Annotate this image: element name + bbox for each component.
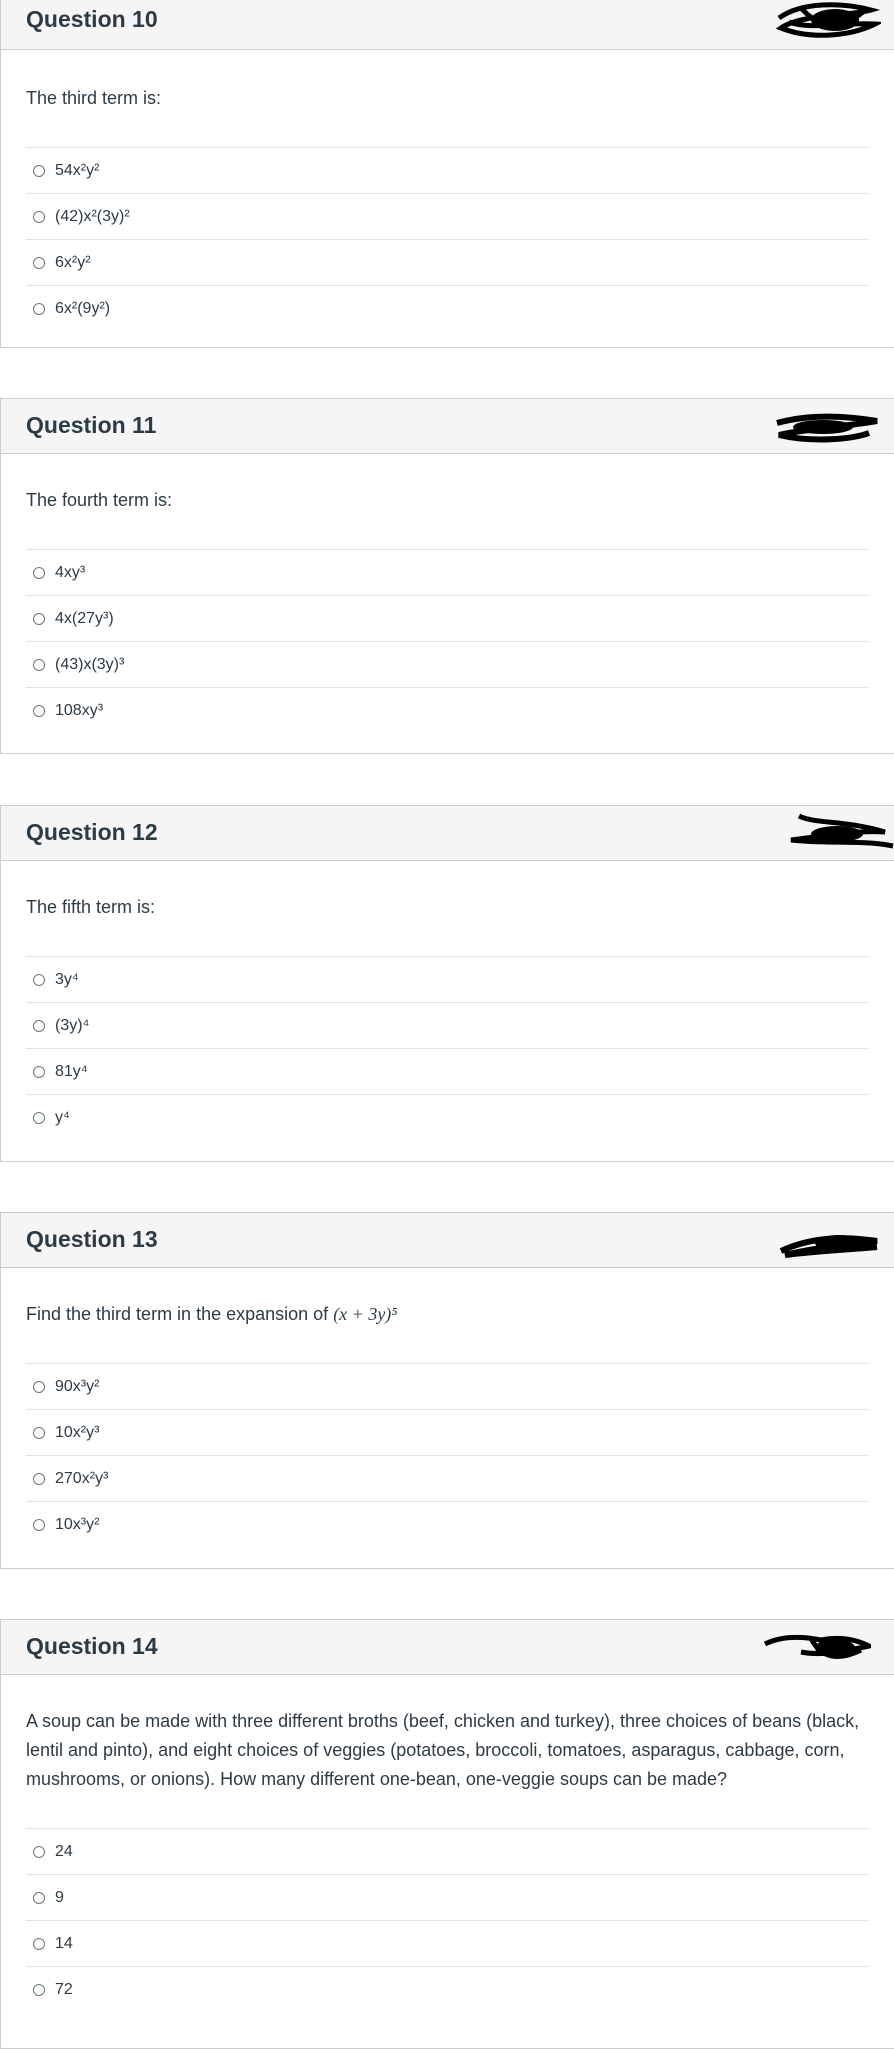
answer-option[interactable]: 6x²(9y²) xyxy=(26,286,869,331)
answer-option[interactable]: 6x²y² xyxy=(26,240,869,286)
question-prompt: The fourth term is: xyxy=(26,490,173,510)
answer-option[interactable]: 4xy³ xyxy=(26,550,869,596)
answer-label: 6x²y² xyxy=(55,253,91,271)
answer-label: 6x²(9y²) xyxy=(55,299,111,317)
answer-label: 14 xyxy=(55,1934,73,1952)
question-header: Question 14 xyxy=(1,1620,894,1675)
answer-option[interactable]: (43)x(3y)³ xyxy=(26,642,869,688)
question-title: Question 11 xyxy=(26,412,157,438)
question-header: Question 13 xyxy=(1,1213,894,1268)
answer-label: (43)x(3y)³ xyxy=(55,655,125,673)
question-13: Question 13 Find the third term in the e… xyxy=(0,1212,894,1569)
answer-option[interactable]: 54x²y² xyxy=(26,148,869,194)
question-header: Question 10 xyxy=(1,0,894,50)
redaction-scribble-icon xyxy=(790,813,894,849)
answer-option[interactable]: 14 xyxy=(26,1921,869,1967)
radio-button[interactable] xyxy=(33,164,45,177)
answer-option[interactable]: 270x²y³ xyxy=(26,1456,869,1502)
question-prompt: Find the third term in the expansion of … xyxy=(26,1300,869,1329)
answer-list: 3y⁴ (3y)⁴ 81y⁴ y⁴ xyxy=(26,956,869,1140)
answer-list: 90x³y² 10x²y³ 270x²y³ 10x³y² xyxy=(26,1363,869,1547)
answer-option[interactable]: 4x(27y³) xyxy=(26,596,869,642)
answer-label: 72 xyxy=(55,1980,73,1998)
answer-label: 4x(27y³) xyxy=(55,609,114,627)
answer-label: 270x²y³ xyxy=(55,1469,109,1487)
redaction-scribble-icon xyxy=(779,1235,878,1258)
answer-option[interactable]: y⁴ xyxy=(26,1095,869,1140)
answer-label: 3y⁴ xyxy=(55,970,79,988)
answer-option[interactable]: 108xy³ xyxy=(26,688,869,733)
question-header: Question 12 xyxy=(1,806,894,861)
answer-option[interactable]: 90x³y² xyxy=(26,1364,869,1410)
radio-button[interactable] xyxy=(33,1845,45,1858)
question-prompt: A soup can be made with three different … xyxy=(26,1711,860,1789)
answer-option[interactable]: 9 xyxy=(26,1875,869,1921)
radio-button[interactable] xyxy=(33,973,45,986)
answer-label: (42)x²(3y)² xyxy=(55,207,130,225)
question-14: Question 14 A soup can be made with thre… xyxy=(0,1619,894,2049)
radio-button[interactable] xyxy=(33,1472,45,1485)
radio-button[interactable] xyxy=(33,302,45,315)
radio-button[interactable] xyxy=(33,256,45,269)
answer-list: 4xy³ 4x(27y³) (43)x(3y)³ 108xy³ xyxy=(26,549,869,733)
answer-option[interactable]: 10x³y² xyxy=(26,1502,869,1547)
radio-button[interactable] xyxy=(33,210,45,223)
answer-option[interactable]: 10x²y³ xyxy=(26,1410,869,1456)
radio-button[interactable] xyxy=(33,1065,45,1078)
answer-label: 10x³y² xyxy=(55,1515,100,1533)
question-title: Question 14 xyxy=(26,1633,158,1659)
answer-option[interactable]: (3y)⁴ xyxy=(26,1003,869,1049)
redaction-scribble-icon xyxy=(776,413,878,443)
question-title: Question 12 xyxy=(26,819,158,845)
question-10: Question 10 The third term is: 54x²y² (4… xyxy=(0,0,894,348)
answer-list: 54x²y² (42)x²(3y)² 6x²y² 6x²(9y²) xyxy=(26,147,869,331)
radio-button[interactable] xyxy=(33,566,45,579)
answer-option[interactable]: 72 xyxy=(26,1967,869,2012)
answer-list: 24 9 14 72 xyxy=(26,1828,869,2012)
prompt-text: Find the third term in the expansion of xyxy=(26,1304,329,1324)
question-prompt: The third term is: xyxy=(26,88,162,108)
radio-button[interactable] xyxy=(33,704,45,717)
question-title: Question 13 xyxy=(26,1226,158,1252)
radio-button[interactable] xyxy=(33,658,45,671)
radio-button[interactable] xyxy=(33,1891,45,1904)
answer-label: 10x²y³ xyxy=(55,1423,100,1441)
radio-button[interactable] xyxy=(33,1111,45,1124)
radio-button[interactable] xyxy=(33,1983,45,1996)
radio-button[interactable] xyxy=(33,1380,45,1393)
question-12: Question 12 The fifth term is: 3y⁴ (3y)⁴… xyxy=(0,805,894,1162)
radio-button[interactable] xyxy=(33,1019,45,1032)
answer-label: 4xy³ xyxy=(55,563,86,581)
answer-label: 90x³y² xyxy=(55,1377,100,1395)
radio-button[interactable] xyxy=(33,1426,45,1439)
answer-option[interactable]: (42)x²(3y)² xyxy=(26,194,869,240)
question-prompt: The fifth term is: xyxy=(26,897,156,917)
answer-option[interactable]: 3y⁴ xyxy=(26,957,869,1003)
redaction-scribble-icon xyxy=(775,2,881,38)
prompt-math: (x + 3y)⁵ xyxy=(333,1304,398,1324)
answer-label: (3y)⁴ xyxy=(55,1016,90,1034)
redaction-scribble-icon xyxy=(763,1634,871,1659)
question-header: Question 11 xyxy=(1,399,894,454)
answer-label: y⁴ xyxy=(55,1108,70,1126)
answer-option[interactable]: 81y⁴ xyxy=(26,1049,869,1095)
radio-button[interactable] xyxy=(33,612,45,625)
answer-label: 24 xyxy=(55,1842,73,1860)
radio-button[interactable] xyxy=(33,1518,45,1531)
answer-label: 81y⁴ xyxy=(55,1062,88,1080)
answer-label: 108xy³ xyxy=(55,701,104,719)
answer-label: 54x²y² xyxy=(55,161,100,179)
radio-button[interactable] xyxy=(33,1937,45,1950)
question-11: Question 11 The fourth term is: 4xy³ 4x(… xyxy=(0,398,894,754)
answer-label: 9 xyxy=(55,1888,64,1906)
question-title: Question 10 xyxy=(26,6,158,32)
answer-option[interactable]: 24 xyxy=(26,1829,869,1875)
